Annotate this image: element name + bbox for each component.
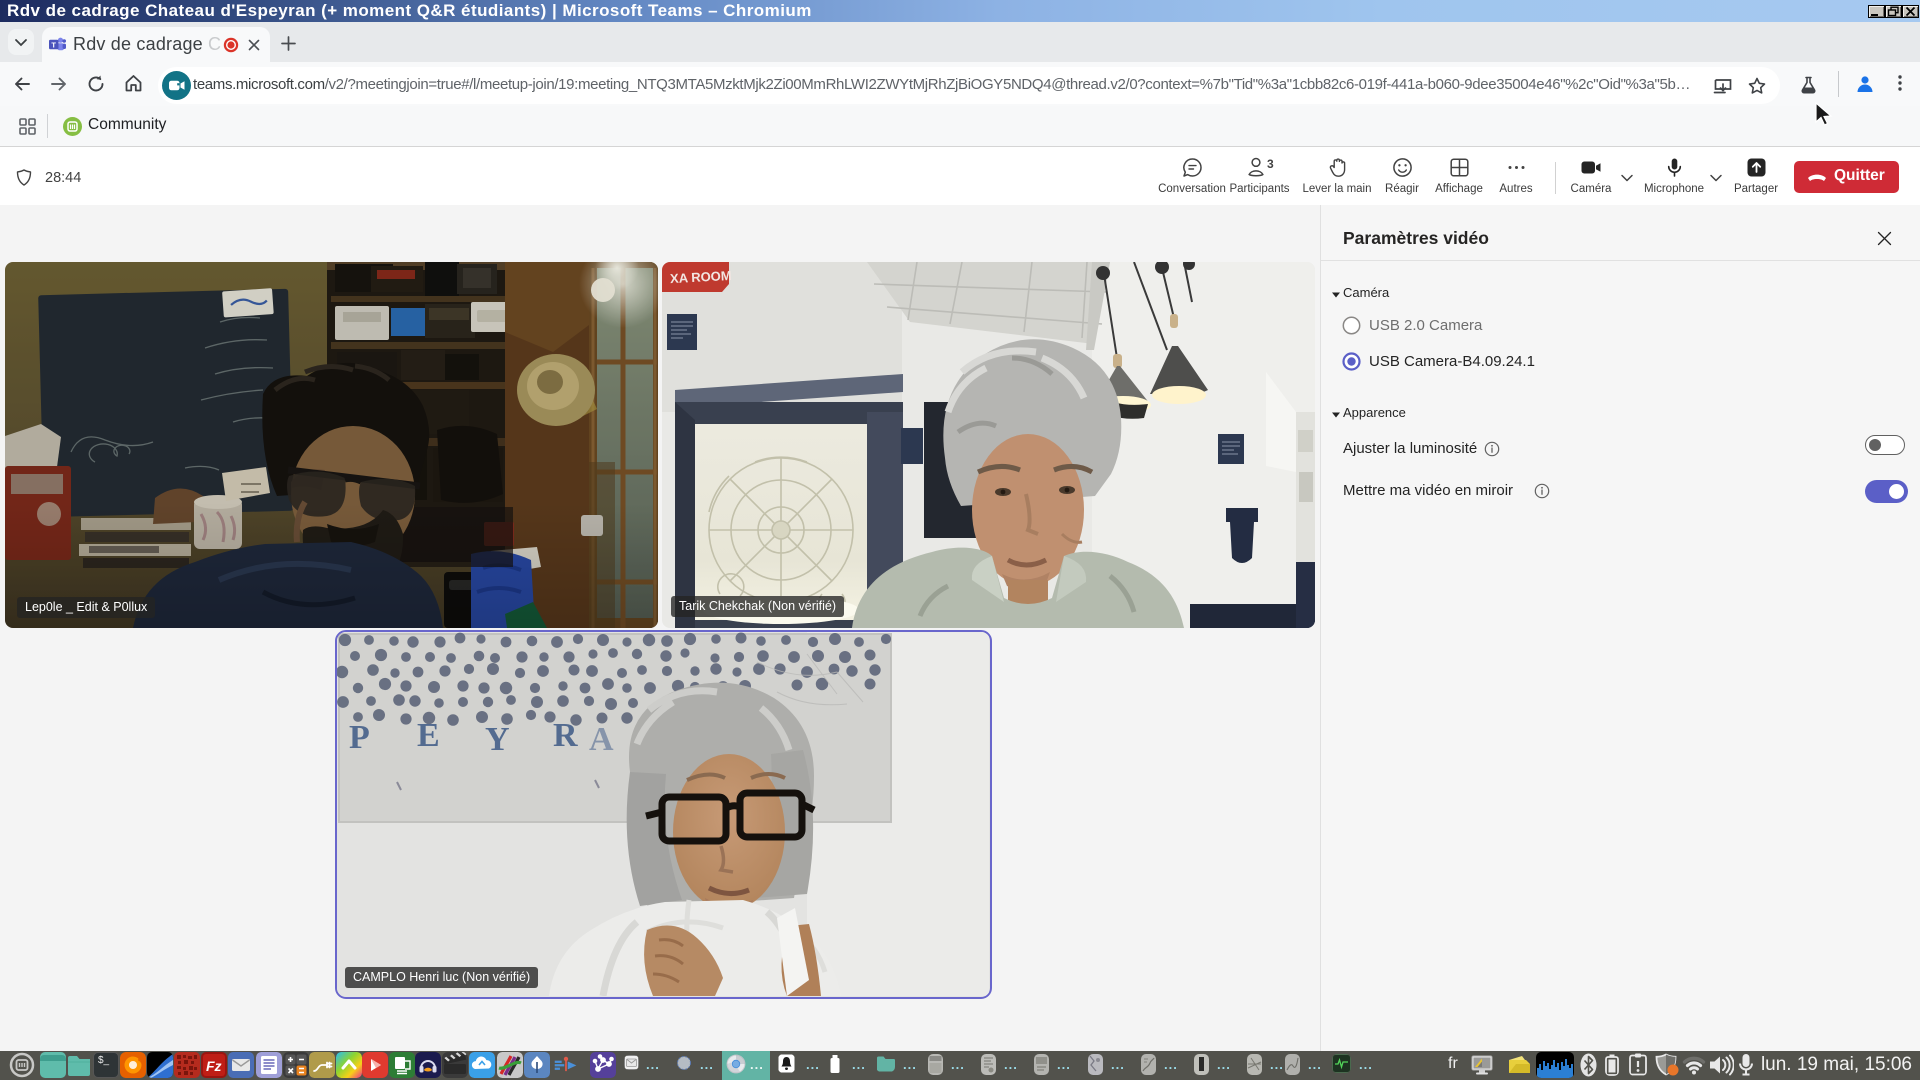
svg-text:E: E: [417, 717, 440, 754]
svg-text:Y: Y: [485, 721, 510, 758]
svg-text:A: A: [589, 721, 614, 758]
svg-text:3: 3: [1267, 157, 1274, 171]
svg-text:Fz: Fz: [206, 1058, 222, 1074]
svg-text:R: R: [553, 717, 578, 754]
svg-text:P: P: [349, 719, 370, 756]
svg-text:T: T: [51, 40, 56, 49]
